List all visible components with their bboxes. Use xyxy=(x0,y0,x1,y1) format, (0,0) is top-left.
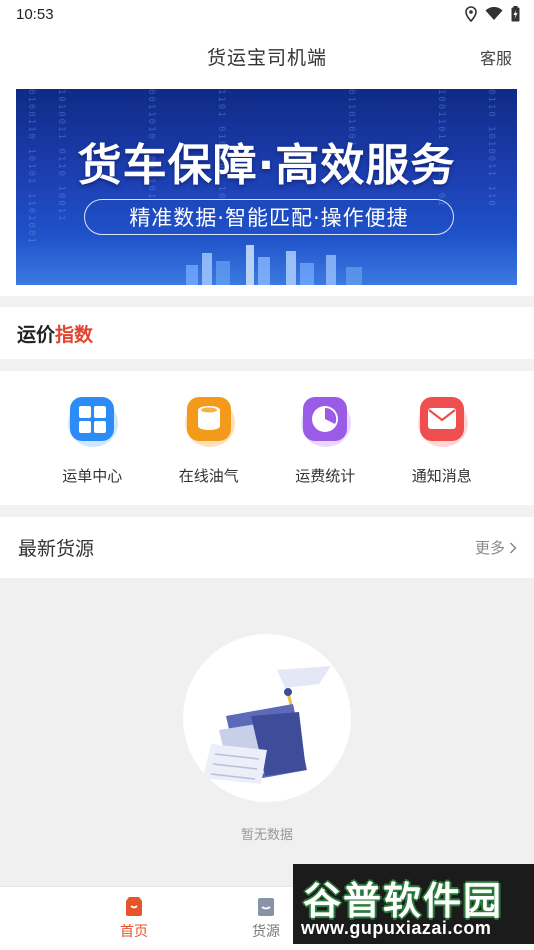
more-label: 更多 xyxy=(474,539,505,557)
tab-label: 货源 xyxy=(252,924,280,940)
app-header: 货运宝司机端 客服 xyxy=(0,28,534,84)
freight-index-section[interactable]: 运价 指数 xyxy=(0,307,534,359)
city-skyline-graphic xyxy=(186,245,362,285)
chevron-right-icon xyxy=(509,541,517,554)
empty-state-text: 暂无数据 xyxy=(240,828,293,843)
mail-icon xyxy=(417,397,468,447)
page-title: 货运宝司机端 xyxy=(206,46,327,69)
freight-index-title: 运价 xyxy=(17,323,56,346)
fuel-tank-icon xyxy=(184,397,235,447)
more-link[interactable]: 更多 xyxy=(475,537,517,558)
tab-label: 首页 xyxy=(120,924,148,940)
pie-chart-icon xyxy=(301,397,352,447)
menu-item-freight-stats[interactable]: 运费统计 xyxy=(285,371,365,505)
tab-home[interactable]: 首页 xyxy=(104,895,164,941)
status-time: 10:53 xyxy=(16,5,54,23)
wifi-icon xyxy=(485,7,503,20)
menu-label: 通知消息 xyxy=(411,467,472,485)
empty-state: 暂无数据 xyxy=(0,578,534,886)
menu-item-waybill-center[interactable]: 运单中心 xyxy=(52,371,132,505)
freight-index-accent: 指数 xyxy=(55,323,94,346)
status-bar: 10:53 xyxy=(0,0,534,28)
status-icons xyxy=(465,6,520,22)
menu-label: 运单中心 xyxy=(62,467,123,485)
goods-bag-icon xyxy=(258,898,274,916)
home-bag-icon xyxy=(126,897,142,916)
latest-goods-header: 最新货源 更多 xyxy=(0,517,534,578)
tab-goods[interactable]: 货源 xyxy=(236,895,296,941)
grid-icon xyxy=(68,397,119,447)
banner-section: 0100110 10101 1101001 1010011 0110 10011… xyxy=(0,84,534,296)
watermark-logo: 谷普软件园 www.gupuxiazai.com xyxy=(293,864,534,944)
menu-label: 在线油气 xyxy=(178,467,239,485)
menu-item-notifications[interactable]: 通知消息 xyxy=(402,371,482,505)
menu-label: 运费统计 xyxy=(295,467,356,485)
quick-menu: 运单中心 在线油气 运费统计 通知消息 xyxy=(0,371,534,505)
watermark-url: www.gupuxiazai.com xyxy=(301,918,492,938)
watermark-text: 谷普软件园 xyxy=(303,879,504,923)
location-icon xyxy=(465,6,477,22)
menu-item-online-fuel[interactable]: 在线油气 xyxy=(169,371,249,505)
latest-goods-title: 最新货源 xyxy=(18,538,95,560)
promo-banner[interactable]: 0100110 10101 1101001 1010011 0110 10011… xyxy=(16,89,517,285)
battery-icon xyxy=(511,6,520,22)
customer-service-button[interactable]: 客服 xyxy=(480,45,512,69)
banner-subtitle-frame: 精准数据·智能匹配·操作便捷 xyxy=(84,199,454,235)
banner-title: 货车保障·高效服务 xyxy=(77,140,456,191)
empty-folder-illustration xyxy=(183,634,351,802)
banner-subtitle: 精准数据·智能匹配·操作便捷 xyxy=(129,206,409,230)
